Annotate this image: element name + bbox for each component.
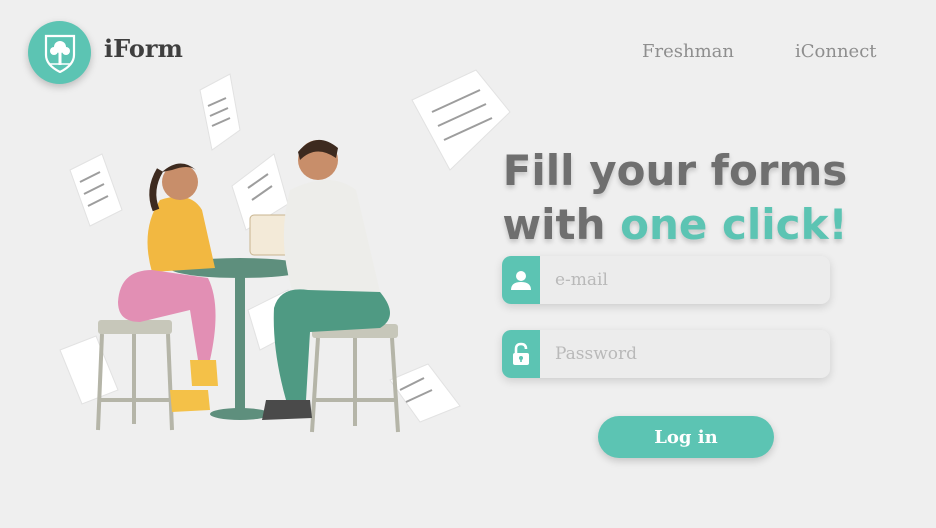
unlock-icon [502,330,540,378]
brand-name: iForm [104,34,183,63]
headline-accent: one click! [620,200,848,250]
headline: Fill your forms with one click! [495,144,855,252]
headline-line2-prefix: with [502,200,621,250]
email-input[interactable] [540,256,830,304]
email-field [502,256,830,304]
nav-link-freshman[interactable]: Freshman [642,41,734,62]
user-icon [502,256,540,304]
login-button[interactable]: Log in [598,416,774,458]
nav-link-iconnect[interactable]: iConnect [795,41,877,62]
password-input[interactable] [540,330,830,378]
hero-illustration [59,69,511,433]
headline-line1: Fill your forms [502,146,848,196]
password-field [502,330,830,378]
